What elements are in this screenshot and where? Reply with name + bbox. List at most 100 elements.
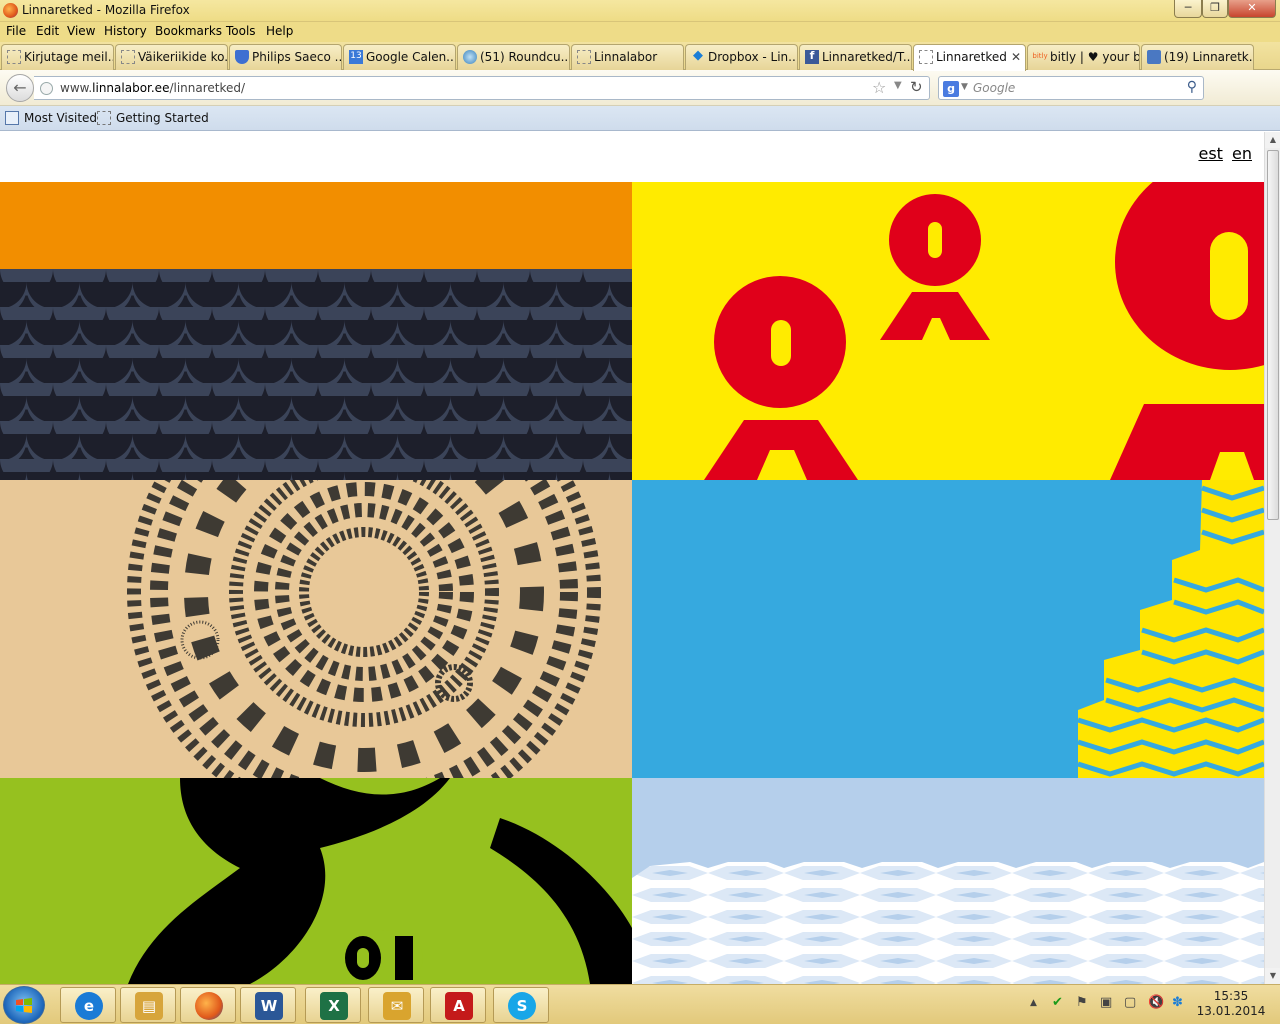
action-center-flag-icon[interactable]: ⚑ (1076, 995, 1088, 1010)
bookmark-most-visited[interactable]: Most Visited (24, 111, 97, 125)
menu-view[interactable]: View (67, 24, 95, 38)
tab-dropbox[interactable]: ◆ Dropbox - Lin... (685, 44, 798, 70)
tab-linnalabor[interactable]: Linnalabor (571, 44, 684, 70)
bookmarks-toolbar: Most Visited Getting Started (0, 106, 1280, 131)
tab-label: Philips Saeco ... (252, 50, 342, 64)
blank-page-icon (97, 111, 111, 125)
url-text[interactable]: www.linnalabor.ee/linnaretked/ (60, 81, 245, 95)
url-bar[interactable]: www.linnalabor.ee/linnaretked/ ☆ ▼ ↻ (34, 76, 930, 100)
file-explorer-icon: ▤ (135, 992, 163, 1020)
tab-bar: Kirjutage meil... Väikeriikide ko... Phi… (0, 42, 1280, 107)
taskbar-internet-explorer[interactable]: e (60, 987, 116, 1023)
tab-linnaretk-chat[interactable]: (19) Linnaretk... (1141, 44, 1254, 70)
start-button[interactable] (3, 986, 45, 1024)
lang-est-link[interactable]: est (1198, 144, 1222, 163)
scales-pattern-image (0, 182, 632, 480)
tab-linnaretked-active[interactable]: Linnaretked ✕ (913, 44, 1026, 71)
word-icon: W (255, 992, 283, 1020)
firefox-icon: ● (195, 992, 223, 1020)
shield-icon (235, 50, 249, 64)
language-switcher: est en (1194, 144, 1252, 163)
search-icon[interactable]: ⚲ (1187, 79, 1197, 95)
volume-muted-icon[interactable]: 🔇 (1148, 995, 1164, 1010)
taskbar: e ▤ ● W X ✉ A S ▲ ✔ ⚑ ▣ ▢ 🔇 ✽ 15:35 13.0… (0, 984, 1280, 1024)
tile-lightblue-pattern[interactable] (632, 778, 1264, 984)
taskbar-firefox[interactable]: ● (180, 987, 236, 1023)
scroll-up-arrow-icon[interactable]: ▲ (1265, 132, 1280, 148)
black-shape-image (128, 778, 632, 984)
url-prefix: www. (60, 81, 93, 95)
blank-page-icon (121, 50, 135, 64)
tab-label: (19) Linnaretk... (1164, 50, 1254, 64)
taskbar-file-explorer[interactable]: ▤ (120, 987, 176, 1023)
acrobat-icon: A (445, 992, 473, 1020)
tab-label: Väikeriikide ko... (138, 50, 228, 64)
taskbar-acrobat[interactable]: A (430, 987, 486, 1023)
menu-file[interactable]: File (6, 24, 26, 38)
clock-time: 15:35 (1213, 989, 1249, 1003)
menu-edit[interactable]: Edit (36, 24, 59, 38)
tile-green-black[interactable] (0, 778, 632, 984)
taskbar-word[interactable]: W (240, 987, 296, 1023)
clock-date: 13.01.2014 (1196, 1004, 1266, 1018)
minimize-button[interactable]: ─ (1174, 0, 1202, 18)
network-icon[interactable]: ▢ (1124, 995, 1136, 1010)
site-identity-icon[interactable] (40, 82, 53, 95)
search-bar[interactable]: g ▼ Google ⚲ (938, 76, 1204, 100)
bitly-icon: bitly (1032, 52, 1048, 60)
show-hidden-icons-icon[interactable]: ▲ (1030, 998, 1037, 1008)
menu-tools[interactable]: Tools (226, 24, 256, 38)
tab-label: bitly | ♥ your b... (1050, 50, 1140, 64)
browser-window: Linnaretked - Mozilla Firefox ─ ❐ ✕ File… (0, 0, 1280, 1024)
back-button[interactable]: ← (6, 74, 34, 102)
engine-dropdown-icon[interactable]: ▼ (961, 82, 968, 92)
close-window-button[interactable]: ✕ (1228, 0, 1276, 18)
tab-label: Linnalabor (594, 50, 658, 64)
url-path: /linnaretked/ (169, 81, 246, 95)
tab-kirjutage[interactable]: Kirjutage meil... (1, 44, 114, 70)
tab-roundcube[interactable]: (51) Roundcu... (457, 44, 570, 70)
reload-icon[interactable]: ↻ (910, 78, 923, 96)
dropbox-tray-icon[interactable]: ✽ (1172, 995, 1183, 1010)
dropbox-icon: ◆ (693, 48, 703, 63)
clock[interactable]: 15:35 13.01.2014 (1196, 989, 1266, 1019)
tile-blue-zigzag[interactable] (632, 480, 1264, 778)
tab-bitly[interactable]: bitlybitly | ♥ your b... (1027, 44, 1140, 70)
tile-yellow-figures[interactable] (632, 182, 1264, 480)
vertical-scrollbar[interactable]: ▲ ▼ (1264, 132, 1280, 984)
blank-page-icon (7, 50, 21, 64)
tab-philips[interactable]: Philips Saeco ... (229, 44, 342, 70)
firefox-logo-icon (3, 3, 18, 18)
url-history-dropdown-icon[interactable]: ▼ (894, 80, 902, 91)
page-content: est en (0, 132, 1264, 984)
zigzag-pattern-image (1077, 480, 1264, 778)
google-engine-icon[interactable]: g (943, 81, 959, 97)
lang-en-link[interactable]: en (1232, 144, 1252, 163)
roundcube-icon (463, 50, 477, 64)
close-tab-icon[interactable]: ✕ (1011, 45, 1021, 69)
taskbar-excel[interactable]: X (305, 987, 361, 1023)
bookmark-star-icon[interactable]: ☆ (872, 78, 886, 97)
menu-help[interactable]: Help (266, 24, 293, 38)
tab-label: (51) Roundcu... (480, 50, 570, 64)
taskbar-skype[interactable]: S (493, 987, 549, 1023)
scroll-down-arrow-icon[interactable]: ▼ (1265, 968, 1280, 984)
taskbar-outlook[interactable]: ✉ (368, 987, 424, 1023)
tab-facebook[interactable]: f Linnaretked/T... (799, 44, 912, 70)
tile-beige-circles[interactable] (0, 480, 632, 778)
menu-history[interactable]: History (104, 24, 147, 38)
menu-bookmarks[interactable]: Bookmarks (155, 24, 222, 38)
tab-vaikeriikide[interactable]: Väikeriikide ko... (115, 44, 228, 70)
waves-pattern-image (632, 862, 1264, 984)
bookmark-getting-started[interactable]: Getting Started (116, 111, 209, 125)
most-visited-icon (5, 111, 19, 125)
device-icon[interactable]: ▣ (1100, 995, 1112, 1010)
restore-button[interactable]: ❐ (1202, 0, 1228, 18)
scrollbar-thumb[interactable] (1267, 150, 1279, 520)
skype-icon: S (508, 992, 536, 1020)
calendar-icon: 13 (349, 50, 363, 64)
tile-orange-scales[interactable] (0, 182, 632, 480)
menu-bar: File Edit View History Bookmarks Tools H… (0, 22, 1280, 42)
tab-google-calendar[interactable]: 13 Google Calen... (343, 44, 456, 70)
sync-check-icon[interactable]: ✔ (1052, 995, 1063, 1010)
